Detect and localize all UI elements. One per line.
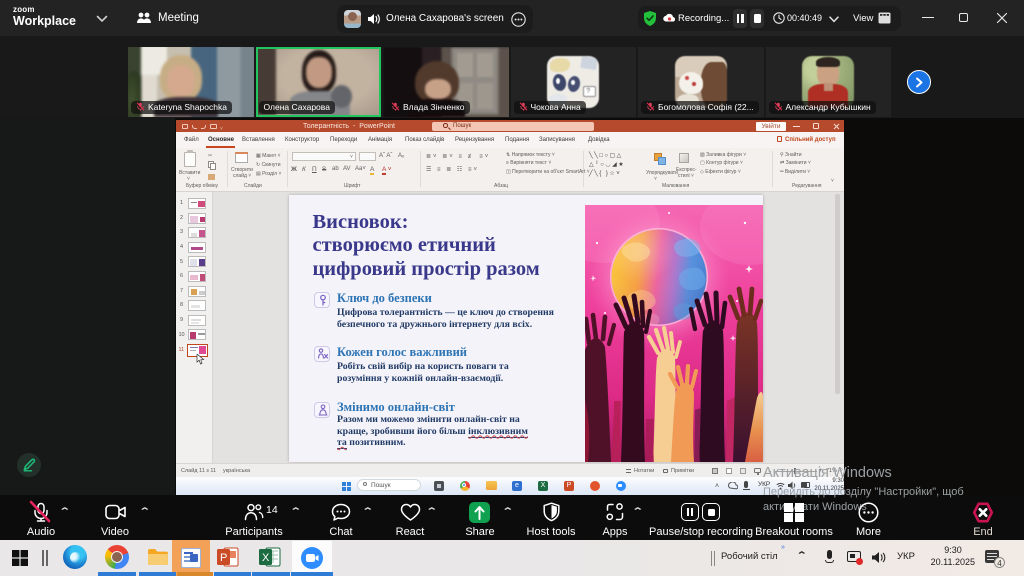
svg-text:P: P bbox=[220, 552, 227, 564]
svg-text:X: X bbox=[262, 552, 270, 564]
